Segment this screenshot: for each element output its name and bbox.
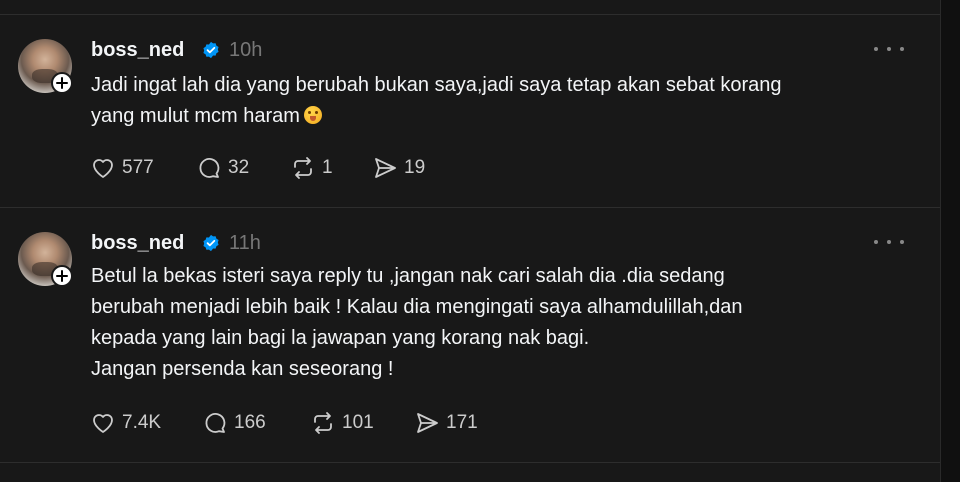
share-count: 171 bbox=[446, 412, 478, 433]
repost-button[interactable]: 101 bbox=[310, 410, 374, 436]
verified-badge-icon bbox=[203, 41, 219, 59]
comment-icon bbox=[199, 158, 220, 178]
heart-icon bbox=[93, 159, 113, 178]
reply-count: 32 bbox=[228, 157, 250, 178]
repost-count: 1 bbox=[322, 157, 333, 178]
post-time[interactable]: 10h bbox=[229, 39, 262, 62]
post-time[interactable]: 11h bbox=[229, 232, 261, 255]
share-button[interactable]: 19 bbox=[372, 155, 425, 181]
heart-icon bbox=[93, 414, 113, 433]
repost-icon bbox=[314, 412, 332, 434]
like-button[interactable]: 7.4K bbox=[90, 410, 161, 436]
avatar[interactable] bbox=[18, 39, 73, 94]
verified-badge-icon bbox=[203, 234, 219, 252]
reply-count: 166 bbox=[234, 412, 266, 433]
username[interactable]: boss_ned bbox=[91, 232, 184, 255]
like-button[interactable]: 577 bbox=[90, 155, 154, 181]
scrollbar-track[interactable] bbox=[940, 0, 941, 482]
thread-feed: boss_ned 10h Jadi ingat lah dia yang ber… bbox=[0, 0, 940, 482]
follow-plus-icon[interactable] bbox=[51, 265, 73, 287]
like-count: 7.4K bbox=[122, 412, 162, 433]
more-options-icon[interactable] bbox=[874, 232, 904, 252]
repost-icon bbox=[294, 157, 312, 179]
divider bbox=[0, 462, 940, 463]
reply-button[interactable]: 32 bbox=[196, 155, 249, 181]
repost-count: 101 bbox=[342, 412, 374, 433]
comment-icon bbox=[205, 413, 226, 433]
repost-button[interactable]: 1 bbox=[290, 155, 333, 181]
reply-button[interactable]: 166 bbox=[202, 410, 266, 436]
like-count: 577 bbox=[122, 157, 154, 178]
post-text: Betul la bekas isteri saya reply tu ,jan… bbox=[91, 265, 743, 380]
send-icon bbox=[417, 413, 438, 433]
username[interactable]: boss_ned bbox=[91, 39, 184, 62]
post[interactable]: boss_ned 11h Betul la bekas isteri saya … bbox=[0, 208, 940, 462]
follow-plus-icon[interactable] bbox=[51, 72, 73, 94]
avatar[interactable] bbox=[18, 232, 73, 287]
more-options-icon[interactable] bbox=[874, 39, 904, 59]
send-icon bbox=[375, 158, 396, 178]
face-with-hand-over-mouth-emoji bbox=[303, 106, 322, 124]
share-count: 19 bbox=[404, 157, 426, 178]
share-button[interactable]: 171 bbox=[414, 410, 478, 436]
post[interactable]: boss_ned 10h Jadi ingat lah dia yang ber… bbox=[0, 15, 940, 207]
post-text: Jadi ingat lah dia yang berubah bukan sa… bbox=[91, 74, 782, 127]
